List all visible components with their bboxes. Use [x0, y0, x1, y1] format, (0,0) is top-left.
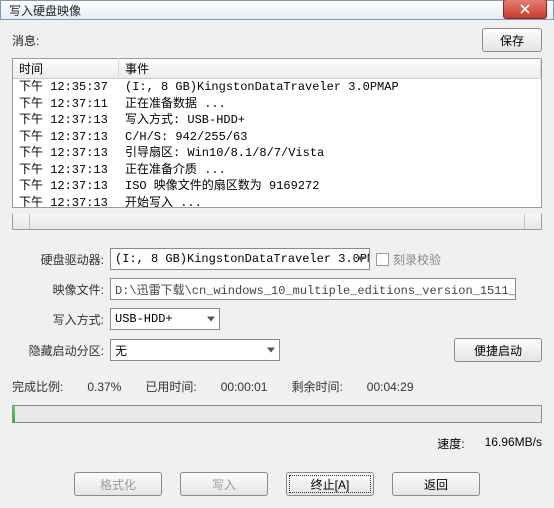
progress-info: 完成比例: 0.37% 已用时间: 00:00:01 剩余时间: 00:04:2… — [12, 378, 542, 395]
action-row: 格式化 写入 终止[A] 返回 — [12, 472, 542, 496]
hidden-combo[interactable]: 无 — [110, 339, 280, 361]
hidden-label: 隐藏启动分区: — [12, 342, 104, 359]
log-time: 下午 12:37:13 — [19, 195, 119, 208]
drive-label: 硬盘驱动器: — [12, 251, 104, 268]
log-event: (I:, 8 GB)KingstonDataTraveler 3.0PMAP — [119, 79, 535, 96]
log-time: 下午 12:37:11 — [19, 96, 119, 113]
remain-value: 00:04:29 — [367, 380, 414, 394]
drive-row: 硬盘驱动器: (I:, 8 GB)KingstonDataTraveler 3.… — [12, 248, 542, 270]
verify-checkbox[interactable]: 刻录校验 — [376, 251, 441, 268]
log-time: 下午 12:37:13 — [19, 129, 119, 146]
save-button[interactable]: 保存 — [482, 28, 542, 52]
image-field[interactable]: D:\迅雷下载\cn_windows_10_multiple_editions_… — [110, 278, 516, 300]
quick-boot-button[interactable]: 便捷启动 — [454, 338, 542, 362]
image-row: 映像文件: D:\迅雷下载\cn_windows_10_multiple_edi… — [12, 278, 542, 300]
log-event: 引导扇区: Win10/8.1/8/7/Vista — [119, 145, 535, 162]
close-button[interactable] — [503, 0, 547, 19]
horizontal-scrollbar[interactable] — [12, 214, 542, 230]
mode-combo[interactable]: USB-HDD+ — [110, 308, 220, 330]
elapsed-label: 已用时间: — [145, 378, 196, 395]
back-button[interactable]: 返回 — [392, 472, 480, 496]
progress-bar — [12, 405, 542, 423]
checkbox-icon — [376, 253, 389, 266]
log-row[interactable]: 下午 12:37:13正在准备介质 ... — [13, 162, 541, 179]
mode-label: 写入方式: — [12, 311, 104, 328]
log-body[interactable]: 下午 12:35:37(I:, 8 GB)KingstonDataTravele… — [13, 79, 541, 207]
log-list[interactable]: 时间 事件 下午 12:35:37(I:, 8 GB)KingstonDataT… — [12, 58, 542, 208]
content: 消息: 保存 时间 事件 下午 12:35:37(I:, 8 GB)Kingst… — [0, 20, 554, 508]
close-icon — [520, 4, 530, 14]
speed-row: 速度: 16.96MB/s — [12, 435, 542, 452]
percent-label: 完成比例: — [12, 378, 63, 395]
log-time: 下午 12:37:13 — [19, 112, 119, 129]
log-row[interactable]: 下午 12:37:11正在准备数据 ... — [13, 96, 541, 113]
log-event: 正在准备数据 ... — [119, 96, 535, 113]
log-event: 正在准备介质 ... — [119, 162, 535, 179]
log-event: 写入方式: USB-HDD+ — [119, 112, 535, 129]
hidden-row: 隐藏启动分区: 无 便捷启动 — [12, 338, 542, 362]
log-event: ISO 映像文件的扇区数为 9169272 — [119, 178, 535, 195]
format-button[interactable]: 格式化 — [74, 472, 162, 496]
log-row[interactable]: 下午 12:37:13C/H/S: 942/255/63 — [13, 129, 541, 146]
log-time: 下午 12:35:37 — [19, 79, 119, 96]
verify-label: 刻录校验 — [393, 251, 441, 268]
log-time: 下午 12:37:13 — [19, 162, 119, 179]
message-row: 消息: 保存 — [12, 28, 542, 52]
mode-row: 写入方式: USB-HDD+ — [12, 308, 542, 330]
form: 硬盘驱动器: (I:, 8 GB)KingstonDataTraveler 3.… — [12, 248, 542, 362]
log-row[interactable]: 下午 12:35:37(I:, 8 GB)KingstonDataTravele… — [13, 79, 541, 96]
log-event: 开始写入 ... — [119, 195, 535, 208]
log-row[interactable]: 下午 12:37:13引导扇区: Win10/8.1/8/7/Vista — [13, 145, 541, 162]
log-row[interactable]: 下午 12:37:13写入方式: USB-HDD+ — [13, 112, 541, 129]
image-label: 映像文件: — [12, 281, 104, 298]
progress-fill — [13, 406, 15, 422]
drive-combo[interactable]: (I:, 8 GB)KingstonDataTraveler 3.0PMAP — [110, 248, 370, 270]
percent-value: 0.37% — [87, 380, 121, 394]
elapsed-value: 00:00:01 — [221, 380, 268, 394]
log-header: 时间 事件 — [13, 59, 541, 79]
log-row[interactable]: 下午 12:37:13ISO 映像文件的扇区数为 9169272 — [13, 178, 541, 195]
log-event: C/H/S: 942/255/63 — [119, 129, 535, 146]
col-event-header[interactable]: 事件 — [119, 58, 541, 79]
col-time-header[interactable]: 时间 — [13, 58, 119, 79]
speed-value: 16.96MB/s — [485, 435, 542, 452]
log-row[interactable]: 下午 12:37:13开始写入 ... — [13, 195, 541, 208]
abort-button[interactable]: 终止[A] — [286, 472, 374, 496]
remain-label: 剩余时间: — [291, 378, 342, 395]
message-label: 消息: — [12, 32, 474, 49]
speed-label: 速度: — [437, 435, 464, 452]
log-time: 下午 12:37:13 — [19, 178, 119, 195]
window-title: 写入硬盘映像 — [9, 2, 503, 19]
titlebar[interactable]: 写入硬盘映像 — [0, 0, 554, 20]
write-button[interactable]: 写入 — [180, 472, 268, 496]
log-time: 下午 12:37:13 — [19, 145, 119, 162]
window: 写入硬盘映像 消息: 保存 时间 事件 下午 12:35:37(I:, 8 GB… — [0, 0, 554, 507]
